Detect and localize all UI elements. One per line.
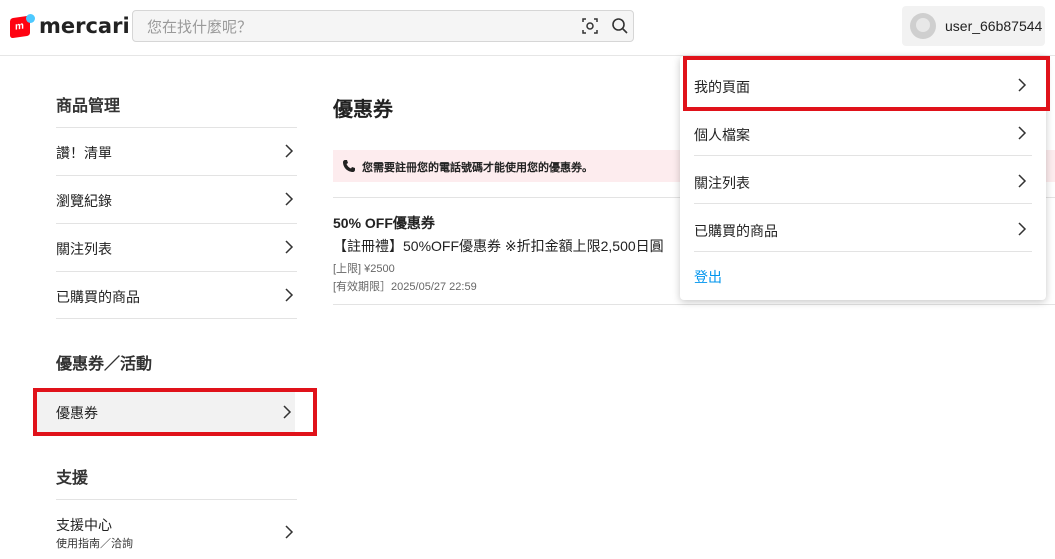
chevron-right-icon [1018, 126, 1027, 140]
dropdown-item-purchased[interactable]: 已購買的商品 [694, 204, 1032, 252]
logo-text: mercari [39, 14, 130, 38]
sidebar-item-sublabel: 使用指南／洽詢 [56, 538, 133, 550]
mercari-logo[interactable]: m mercari [10, 13, 130, 39]
coupon-title: 50% OFF優惠券 [333, 215, 435, 231]
chevron-right-icon [285, 144, 294, 158]
sidebar-item-label: 讚！清單 [56, 145, 112, 161]
chevron-right-icon [1018, 174, 1027, 188]
dropdown-item-label: 關注列表 [694, 175, 750, 191]
highlight-box-my-page [683, 56, 1050, 111]
notice-text: 您需要註冊您的電話號碼才能使用您的優惠券。 [362, 162, 593, 174]
chevron-right-icon [285, 525, 294, 539]
camera-scan-icon[interactable] [581, 17, 599, 35]
coupon-expiry: [有效期限］2025/05/27 22:59 [333, 281, 477, 293]
chevron-right-icon [285, 288, 294, 302]
sidebar-item-following[interactable]: 關注列表 [56, 223, 297, 271]
search-icon[interactable] [611, 17, 629, 35]
sidebar-item-label: 已購買的商品 [56, 289, 140, 305]
highlight-box-coupons [33, 388, 317, 436]
username: user_66b87544 [945, 18, 1043, 34]
phone-icon [343, 160, 355, 172]
logo-mark: m [10, 14, 35, 39]
chevron-right-icon [1018, 222, 1027, 236]
section-title-support: 支援 [56, 470, 89, 487]
logout-link[interactable]: 登出 [694, 267, 722, 287]
section-title-product-management: 商品管理 [56, 98, 121, 115]
header: m mercari user_66b87544 [0, 0, 1055, 56]
search-input[interactable] [145, 15, 569, 39]
dropdown-item-profile[interactable]: 個人檔案 [694, 108, 1032, 156]
section-title-coupons-events: 優惠券／活動 [56, 356, 153, 373]
dropdown-item-label: 已購買的商品 [694, 223, 778, 239]
sidebar-item-purchased[interactable]: 已購買的商品 [56, 271, 297, 319]
user-menu-button[interactable]: user_66b87544 [902, 6, 1045, 46]
search-bar [132, 10, 634, 42]
page-title: 優惠券 [333, 99, 393, 121]
coupon-limit: [上限] ¥2500 [333, 263, 395, 275]
dropdown-item-following[interactable]: 關注列表 [694, 156, 1032, 204]
chevron-right-icon [285, 192, 294, 206]
dropdown-item-label: 個人檔案 [694, 127, 750, 143]
sidebar-item-help-center[interactable]: 支援中心 使用指南／洽詢 [56, 499, 297, 559]
sidebar-item-label: 支援中心 [56, 517, 112, 533]
sidebar-item-label: 瀏覽紀錄 [56, 193, 112, 209]
chevron-right-icon [285, 240, 294, 254]
sidebar-item-label: 關注列表 [56, 241, 112, 257]
coupon-description: 【註冊禮】50%OFF優惠券 ※折扣金額上限2,500日圓 [333, 238, 664, 254]
sidebar-item-likes[interactable]: 讚！清單 [56, 127, 297, 175]
sidebar-item-history[interactable]: 瀏覽紀錄 [56, 175, 297, 223]
avatar-icon [910, 13, 936, 39]
